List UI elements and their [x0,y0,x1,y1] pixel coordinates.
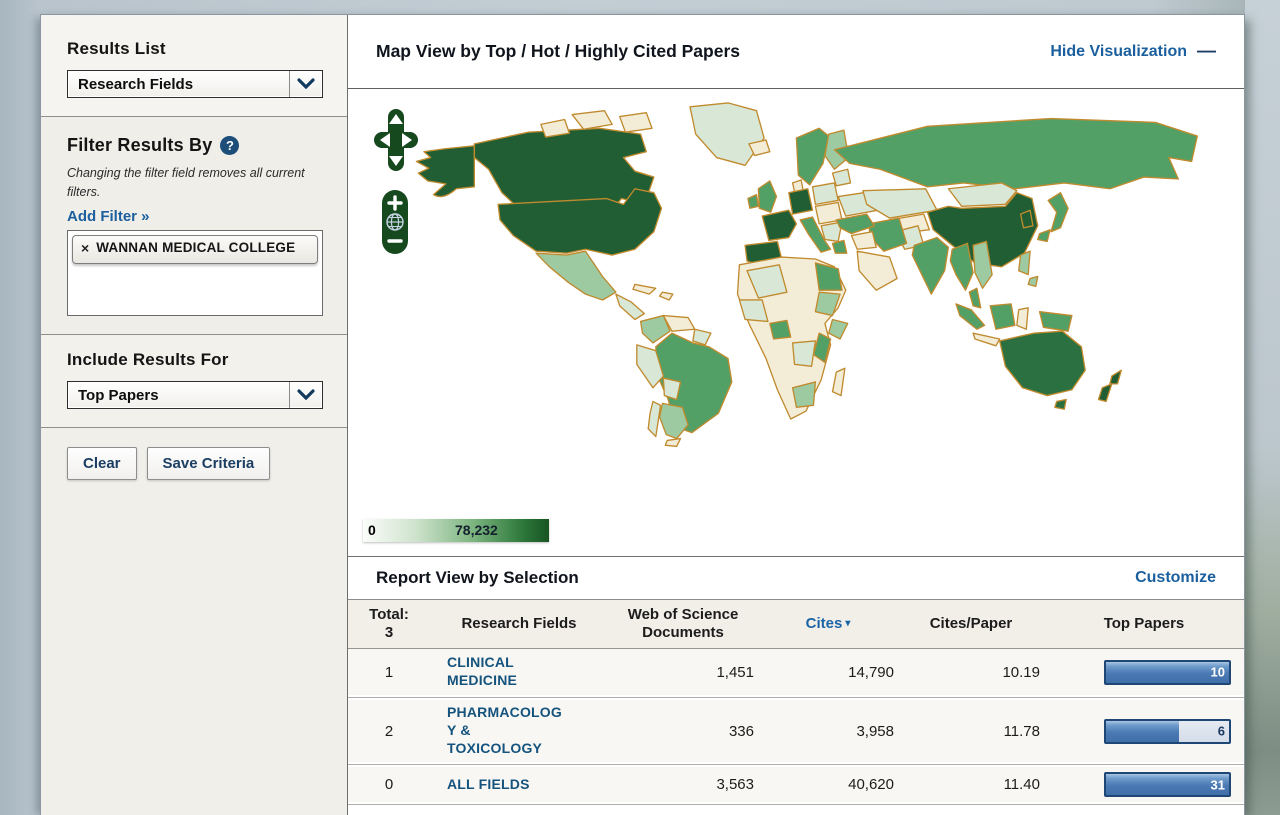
top-papers-bar[interactable]: 31 [1104,772,1231,797]
cites-per-paper-value: 11.40 [898,776,1044,793]
sidebar: Results List Research Fields Filter Resu… [41,15,348,815]
map-header: Map View by Top / Hot / Highly Cited Pap… [348,15,1244,89]
top-papers-bar[interactable]: 10 [1104,660,1231,685]
column-header-top-papers[interactable]: Top Papers [1044,615,1244,633]
field-link[interactable]: PHARMACOLOG Y & TOXICOLOGY [447,704,562,756]
save-criteria-button[interactable]: Save Criteria [147,447,271,480]
world-map[interactable] [386,99,1241,499]
total-header: Total: 3 [348,606,430,642]
clear-button[interactable]: Clear [67,447,137,480]
row-divider [348,697,1244,698]
hide-visualization-link[interactable]: Hide Visualization — [1050,43,1216,61]
include-results-title: Include Results For [67,350,321,370]
include-results-section: Include Results For Top Papers [41,335,347,428]
field-link[interactable]: CLINICAL MEDICINE [447,654,517,688]
row-divider [348,764,1244,765]
map-legend: 0 78,232 [363,519,549,542]
results-list-dropdown[interactable]: Research Fields [67,70,323,98]
table-body: 1 CLINICAL MEDICINE 1,451 14,790 10.19 1… [348,649,1244,807]
include-results-dropdown-value: Top Papers [68,387,289,404]
help-icon[interactable]: ? [220,136,239,155]
cites-value: 3,958 [758,723,898,740]
results-list-section: Results List Research Fields [41,15,347,117]
cites-value: 14,790 [758,664,898,681]
filter-chip[interactable]: × WANNAN MEDICAL COLLEGE [72,235,318,265]
row-divider [348,804,1244,805]
actions-section: Clear Save Criteria [41,428,347,815]
filter-note: Changing the filter field removes all cu… [67,164,325,203]
row-rank: 1 [348,664,430,681]
app-window: Results List Research Fields Filter Resu… [40,14,1245,815]
filter-section-title: Filter Results By [67,135,212,156]
map-title: Map View by Top / Hot / Highly Cited Pap… [376,41,740,62]
report-header: Report View by Selection Customize [348,557,1244,600]
top-papers-value: 10 [1211,665,1225,680]
results-list-dropdown-value: Research Fields [68,76,289,93]
include-results-dropdown[interactable]: Top Papers [67,381,323,409]
chevron-down-icon [289,382,322,408]
row-rank: 0 [348,776,430,793]
results-list-title: Results List [67,39,321,59]
row-rank: 2 [348,723,430,740]
filter-chip-label: WANNAN MEDICAL COLLEGE [96,240,295,256]
window-right-shadow [1245,0,1280,815]
table-header-row: Total: 3 Research Fields Web of Science … [348,600,1244,649]
documents-value: 3,563 [608,776,758,793]
table-row: 2 PHARMACOLOG Y & TOXICOLOGY 336 3,958 1… [348,700,1244,762]
cites-value: 40,620 [758,776,898,793]
remove-filter-icon[interactable]: × [81,240,89,258]
top-papers-value: 6 [1218,724,1225,739]
customize-link[interactable]: Customize [1135,569,1216,587]
map-area: 0 78,232 [348,89,1244,557]
column-header-cites-per-paper[interactable]: Cites/Paper [898,615,1044,633]
top-papers-value: 31 [1211,777,1225,792]
filter-section: Filter Results By ? Changing the filter … [41,117,347,335]
main-panel: Map View by Top / Hot / Highly Cited Pap… [348,15,1244,815]
column-header-cites[interactable]: Cites▾ [758,615,898,633]
legend-max-value: 78,232 [455,522,498,538]
column-header-research-fields[interactable]: Research Fields [430,615,608,633]
chevron-down-icon [289,71,322,97]
filter-list-box: × WANNAN MEDICAL COLLEGE [67,230,323,316]
field-link[interactable]: ALL FIELDS [447,776,530,792]
report-title: Report View by Selection [376,568,579,588]
legend-min-value: 0 [368,522,376,538]
cites-per-paper-value: 11.78 [898,723,1044,740]
cites-per-paper-value: 10.19 [898,664,1044,681]
table-row: 0 ALL FIELDS 3,563 40,620 11.40 31 [348,767,1244,802]
sort-desc-icon: ▾ [845,618,850,629]
documents-value: 1,451 [608,664,758,681]
map-countries[interactable] [416,103,1197,446]
column-header-documents[interactable]: Web of Science Documents [608,606,758,642]
top-papers-bar[interactable]: 6 [1104,719,1231,744]
table-row: 1 CLINICAL MEDICINE 1,451 14,790 10.19 1… [348,649,1244,695]
add-filter-link[interactable]: Add Filter » [67,208,150,225]
documents-value: 336 [608,723,758,740]
